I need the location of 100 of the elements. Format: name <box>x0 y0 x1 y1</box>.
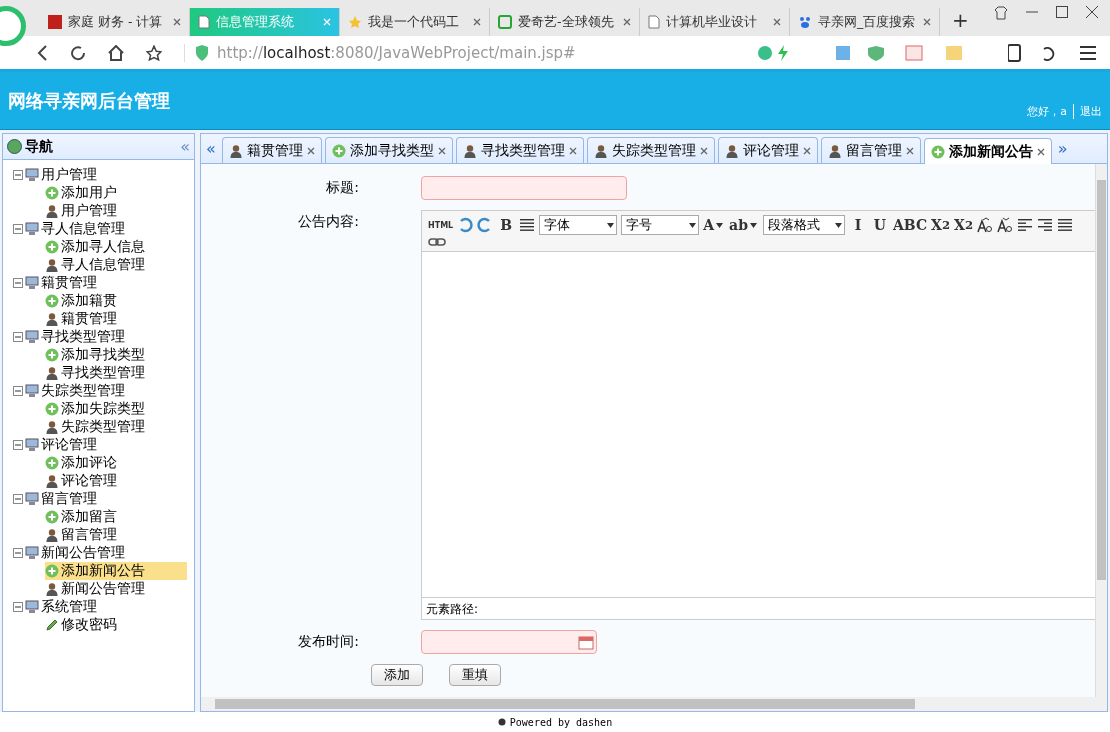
element-path-text: 元素路径: <box>422 597 1096 619</box>
tree-item[interactable]: 添加评论 <box>45 454 187 472</box>
lowercase-icon[interactable] <box>997 217 1014 233</box>
undo-icon[interactable] <box>457 217 474 233</box>
dropdown[interactable]: 段落格式 <box>762 215 845 235</box>
collapse-icon[interactable] <box>13 332 23 342</box>
tree-node[interactable]: 失踪类型管理 <box>41 382 125 400</box>
reload-icon[interactable] <box>70 44 86 61</box>
link-icon[interactable] <box>428 237 446 247</box>
tree-item[interactable]: 修改密码 <box>45 616 187 634</box>
tree-item[interactable]: 新闻公告管理 <box>45 580 187 598</box>
menu-icon[interactable] <box>1008 43 1098 62</box>
collapse-icon[interactable] <box>13 386 23 396</box>
collapse-icon[interactable] <box>13 224 23 234</box>
close-icon[interactable] <box>802 146 811 155</box>
tree-item[interactable]: 寻人信息管理 <box>45 256 187 274</box>
form-button[interactable]: 重填 <box>449 664 501 686</box>
close-icon[interactable] <box>306 146 315 155</box>
format-button[interactable]: I <box>848 215 867 235</box>
tree-item[interactable]: 添加新闻公告 <box>45 562 187 580</box>
tree-item[interactable]: 添加留言 <box>45 508 187 526</box>
browser-tab[interactable]: 计算机毕业设计 <box>640 8 790 36</box>
vertical-scrollbar[interactable] <box>1095 164 1107 697</box>
format-button[interactable]: B <box>497 215 516 235</box>
tree-item[interactable]: 添加籍贯 <box>45 292 187 310</box>
page-tab[interactable]: 留言管理 <box>820 137 921 163</box>
tree-item[interactable]: 留言管理 <box>45 526 187 544</box>
page-tab[interactable]: 评论管理 <box>717 137 818 163</box>
align-right-icon[interactable] <box>1037 218 1054 232</box>
dropdown[interactable]: 字号 <box>621 215 700 235</box>
dropdown[interactable]: 字体 <box>539 215 618 235</box>
page-tab[interactable]: 失踪类型管理 <box>586 137 715 163</box>
close-icon[interactable] <box>699 146 708 155</box>
close-icon[interactable] <box>623 18 631 26</box>
collapse-icon[interactable] <box>13 440 23 450</box>
format-button[interactable]: ABC <box>892 215 928 235</box>
tree-item[interactable]: 评论管理 <box>45 472 187 490</box>
title-input[interactable] <box>421 176 627 200</box>
tree-item[interactable]: 籍贯管理 <box>45 310 187 328</box>
new-tab-button[interactable]: + <box>940 8 981 36</box>
tree-node[interactable]: 籍贯管理 <box>41 274 97 292</box>
collapse-icon[interactable] <box>13 548 23 558</box>
close-icon[interactable] <box>905 146 914 155</box>
horizontal-scrollbar[interactable] <box>201 697 1107 711</box>
browser-tab[interactable]: 我是一个代码工 <box>340 8 490 36</box>
align-justify-icon[interactable] <box>1057 218 1074 232</box>
collapse-icon[interactable] <box>13 278 23 288</box>
close-icon[interactable] <box>1036 147 1045 156</box>
close-icon[interactable] <box>923 18 931 26</box>
browser-tab[interactable]: 寻亲网_百度搜索 <box>790 8 940 36</box>
page-tab[interactable]: 添加新闻公告 <box>923 138 1052 164</box>
shield-icon <box>195 44 209 61</box>
date-input[interactable] <box>421 630 597 654</box>
tree-item[interactable]: 添加失踪类型 <box>45 400 187 418</box>
tree-item[interactable]: 失踪类型管理 <box>45 418 187 436</box>
home-icon[interactable] <box>108 44 124 61</box>
collapse-icon[interactable] <box>13 170 23 180</box>
form-button[interactable]: 添加 <box>371 664 423 686</box>
tree-node[interactable]: 评论管理 <box>41 436 97 454</box>
tree-item[interactable]: 添加寻人信息 <box>45 238 187 256</box>
shirt-icon[interactable] <box>994 6 1008 20</box>
align-left-icon[interactable] <box>1017 218 1034 232</box>
tree-node[interactable]: 新闻公告管理 <box>41 544 125 562</box>
scroll-right-button[interactable]: » <box>1054 139 1071 158</box>
collapse-icon[interactable] <box>13 494 23 504</box>
page-tab[interactable]: 添加寻找类型 <box>324 137 453 163</box>
tree-node[interactable]: 寻人信息管理 <box>41 220 125 238</box>
person-icon <box>228 143 243 158</box>
close-icon[interactable] <box>568 146 577 155</box>
tree-item[interactable]: 添加寻找类型 <box>45 346 187 364</box>
tree-item[interactable]: 寻找类型管理 <box>45 364 187 382</box>
page-tab[interactable]: 寻找类型管理 <box>455 137 584 163</box>
url-text[interactable]: http://localhost:8080/JavaWebProject/main.jsp# <box>217 43 576 62</box>
close-icon[interactable] <box>1086 6 1098 18</box>
font-color-button[interactable]: A <box>703 215 726 235</box>
footer-text: Powered by dashen <box>509 716 613 728</box>
tree-node[interactable]: 用户管理 <box>41 166 97 184</box>
close-icon[interactable] <box>773 18 781 26</box>
close-icon[interactable] <box>437 146 446 155</box>
page-tab[interactable]: 籍贯管理 <box>221 137 322 163</box>
browser-tab[interactable]: 爱奇艺-全球领先 <box>490 8 640 36</box>
close-icon[interactable] <box>173 18 181 26</box>
format-button[interactable]: U <box>870 215 889 235</box>
field-label: 标题: <box>325 178 360 197</box>
tree-item[interactable]: 用户管理 <box>45 202 187 220</box>
back-icon[interactable] <box>36 44 48 61</box>
tree-node[interactable]: 寻找类型管理 <box>41 328 125 346</box>
tree-node[interactable]: 系统管理 <box>41 598 97 616</box>
collapse-icon[interactable] <box>13 602 23 612</box>
tree-item[interactable]: 添加用户 <box>45 184 187 202</box>
close-icon[interactable] <box>473 18 481 26</box>
indent-icon[interactable] <box>519 218 536 232</box>
html-source-button[interactable]: HTML <box>428 215 454 235</box>
scroll-left-button[interactable]: « <box>203 139 219 158</box>
maximize-icon[interactable] <box>1056 6 1068 18</box>
uppercase-icon[interactable] <box>977 217 994 233</box>
star-icon[interactable] <box>146 44 162 61</box>
calendar-icon[interactable] <box>578 634 594 650</box>
tree-node[interactable]: 留言管理 <box>41 490 97 508</box>
highlight-button[interactable]: ab <box>729 215 759 235</box>
